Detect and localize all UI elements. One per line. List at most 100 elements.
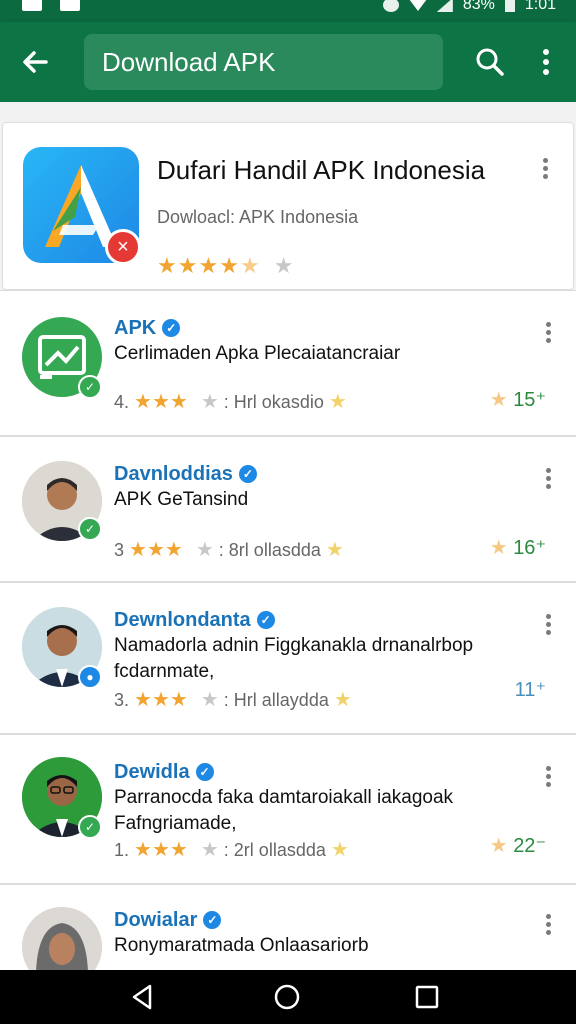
badge-icon: ✓ xyxy=(78,375,102,399)
item-meta: 4. ★★★ ★ : Hrl okasdio ★ xyxy=(114,389,347,414)
list-item[interactable]: ✓ Davnloddias ✓ APK GeTansind 3 ★★★ ★ : 8… xyxy=(0,436,576,582)
more-options-button[interactable] xyxy=(544,465,552,493)
vote-count: ★ 16⁺ xyxy=(489,537,546,559)
list-item[interactable]: ✓ Dewidla ✓ Parranocda faka damtaroiakall… xyxy=(0,734,576,884)
search-field[interactable]: Download APK xyxy=(84,34,443,90)
meta-label: : Hrl allaydda xyxy=(223,690,329,710)
publisher-name[interactable]: APK ✓ xyxy=(114,317,181,340)
list-item[interactable]: ● Dewnlondanta ✓ Namadorla adnin Figgkana… xyxy=(0,582,576,734)
verified-icon: ✓ xyxy=(256,611,275,629)
battery-percent: 83% xyxy=(462,0,495,13)
app-subtitle: Dowloacl: APK Indonesia xyxy=(157,207,359,227)
more-options-button[interactable] xyxy=(544,611,552,639)
star-empty-icon: ★ xyxy=(200,839,219,861)
publisher-name[interactable]: Dowialar ✓ xyxy=(114,909,222,932)
status-bar: 83% 1:01 xyxy=(0,0,576,22)
nav-recents-button[interactable] xyxy=(412,982,442,1012)
star-empty-icon: ★ xyxy=(195,539,214,561)
meta-label: : 2rl ollasdda xyxy=(223,840,326,860)
meta-label: : Hrl okasdio xyxy=(223,392,324,412)
item-description: APK GeTansind xyxy=(114,489,249,510)
meta-prefix: 3 xyxy=(114,540,125,560)
star-empty-icon: ★ xyxy=(200,391,219,413)
search-text: Download APK xyxy=(102,47,276,77)
star-icon: ★ xyxy=(198,253,220,278)
star-icon: ★ xyxy=(489,389,508,411)
more-options-button[interactable] xyxy=(544,911,552,939)
more-vertical-icon xyxy=(543,49,549,75)
search-button[interactable] xyxy=(472,44,508,80)
star-icon: ★★★ xyxy=(134,839,188,861)
star-icon: ★ xyxy=(157,253,178,278)
meta-prefix: 3. xyxy=(114,690,130,710)
half-star-icon: ★ xyxy=(239,253,261,278)
verified-icon: ✓ xyxy=(162,319,181,337)
back-button[interactable] xyxy=(16,44,56,80)
item-meta: 3. ★★★ ★ : Hrl allaydda ★ xyxy=(114,687,352,712)
star-empty-icon: ★ xyxy=(273,253,295,278)
star-icon: ★★★ xyxy=(134,391,188,413)
vote-count: 11⁺ xyxy=(514,679,546,701)
notification-icon xyxy=(60,0,80,11)
star-empty-icon: ★ xyxy=(200,689,219,711)
system-nav-bar xyxy=(0,970,576,1024)
alarm-icon xyxy=(382,0,399,12)
item-description: Parranocda faka damtaroiakall iakagoak F… xyxy=(114,787,454,834)
publisher-name[interactable]: Davnloddias ✓ xyxy=(114,463,257,486)
meta-label: : 8rl ollasdda xyxy=(218,540,321,560)
battery-icon xyxy=(504,0,515,12)
notification-icons xyxy=(22,0,80,11)
list-item[interactable]: ✓ APK ✓ Cerlimaden Apka Plecaiatancraiar … xyxy=(0,290,576,436)
content-list: × Dufari Handil APK Indonesia Dowloacl: … xyxy=(0,102,576,987)
wifi-icon xyxy=(408,0,427,11)
star-icon: ★ xyxy=(325,539,344,561)
item-description: Namadorla adnin Figgkanakla drnanalrbop … xyxy=(114,635,474,682)
item-description: Ronymaratmada Onlaasariorb xyxy=(114,935,369,956)
publisher-name[interactable]: Dewidla ✓ xyxy=(114,761,214,784)
app-bar: Download APK xyxy=(0,22,576,102)
arrow-left-icon xyxy=(23,51,48,73)
verified-icon: ✓ xyxy=(203,911,222,929)
app-header-card[interactable]: × Dufari Handil APK Indonesia Dowloacl: … xyxy=(2,122,574,290)
nav-back-button[interactable] xyxy=(128,982,158,1012)
verified-icon: ✓ xyxy=(238,465,257,483)
recents-square-icon xyxy=(415,985,439,1009)
star-icon: ★ xyxy=(333,689,352,711)
star-icon: ★ xyxy=(330,839,349,861)
clock: 1:01 xyxy=(524,0,556,13)
overflow-menu-button[interactable] xyxy=(532,44,560,80)
star-icon: ★ xyxy=(489,835,508,857)
notification-icon xyxy=(22,0,42,11)
badge-icon: ● xyxy=(78,665,102,689)
item-description: Cerlimaden Apka Plecaiatancraiar xyxy=(114,343,401,364)
item-meta: 3 ★★★ ★ : 8rl ollasdda ★ xyxy=(114,537,344,562)
star-icon: ★ xyxy=(219,253,240,278)
more-options-button[interactable] xyxy=(541,155,549,183)
home-circle-icon xyxy=(274,984,300,1010)
search-icon xyxy=(476,48,504,76)
badge-icon: ✓ xyxy=(78,815,102,839)
star-icon: ★★★ xyxy=(134,689,188,711)
item-meta: 1. ★★★ ★ : 2rl ollasdda ★ xyxy=(114,837,349,862)
meta-prefix: 4. xyxy=(114,392,130,412)
nav-home-button[interactable] xyxy=(272,982,302,1012)
app-title: Dufari Handil APK Indonesia xyxy=(157,155,486,185)
list-item[interactable]: Dowialar ✓ Ronymaratmada Onlaasariorb xyxy=(0,884,576,987)
vote-count: ★ 15⁺ xyxy=(489,389,546,411)
back-triangle-icon xyxy=(132,984,152,1010)
more-options-button[interactable] xyxy=(544,319,552,347)
signal-icon xyxy=(436,0,453,12)
system-icons: 83% 1:01 xyxy=(382,0,556,14)
vote-count: ★ 22⁻ xyxy=(489,835,546,857)
star-icon: ★ xyxy=(489,537,508,559)
rating-stars: ★★★★★ ★ xyxy=(157,253,295,279)
publisher-name[interactable]: Dewnlondanta ✓ xyxy=(114,609,275,632)
verified-icon: ✓ xyxy=(195,763,214,781)
more-options-button[interactable] xyxy=(544,763,552,791)
badge-icon: ✓ xyxy=(78,517,102,541)
error-badge-icon: × xyxy=(105,229,141,265)
star-icon: ★ xyxy=(328,391,347,413)
star-icon: ★★★ xyxy=(129,539,183,561)
meta-prefix: 1. xyxy=(114,840,130,860)
star-icon: ★ xyxy=(177,253,199,278)
